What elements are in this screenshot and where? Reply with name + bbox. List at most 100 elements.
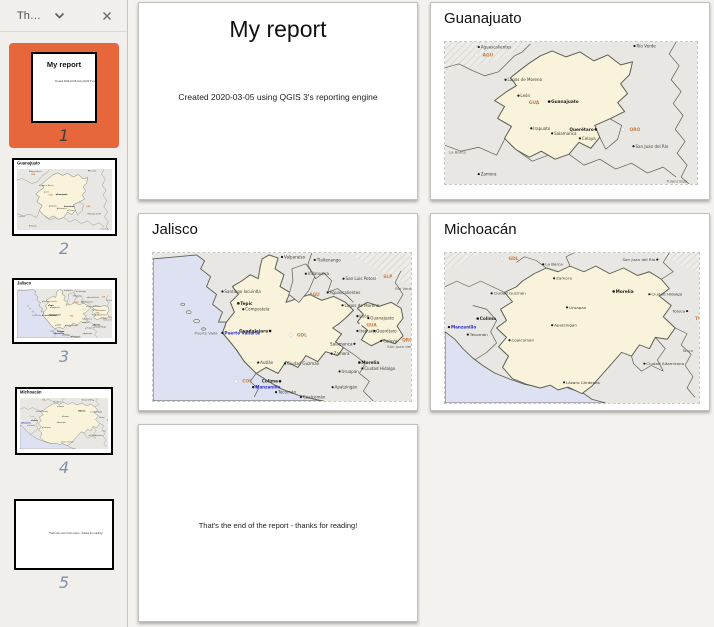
sidebar-header: Th… [0, 0, 127, 32]
page-number: 5 [59, 573, 69, 592]
report-subtitle: Created 2020-03-05 using QGIS 3's report… [139, 92, 417, 102]
thumbnail-title: My report [33, 60, 95, 69]
svg-text:Apatzingán: Apatzingán [554, 323, 577, 328]
thumbnail-page-4[interactable]: Michoacán GDLLa BarcaSan Juan del RíoZam… [0, 387, 128, 477]
page-number: 3 [59, 347, 69, 366]
guanajuato-thumbnail-map: AguascalientesAGURío VerdeLagos de Moren… [17, 169, 112, 230]
svg-text:Celaya: Celaya [383, 338, 397, 343]
thumbnail-page-1[interactable]: My report Created 2020-03-05 using QGIS … [9, 43, 119, 148]
report-title: My report [139, 16, 417, 43]
svg-text:Autlán: Autlán [260, 360, 274, 365]
svg-text:Colima: Colima [480, 316, 496, 321]
sidebar-view-dropdown[interactable]: Th… [0, 10, 65, 22]
svg-text:Guadalajara: Guadalajara [239, 328, 268, 334]
report-page-5: That's the end of the report - thanks fo… [138, 424, 418, 622]
svg-text:Compostela: Compostela [245, 307, 270, 312]
svg-text:San Juan del Río: San Juan del Río [635, 144, 668, 149]
thumbnail-page-4-preview: Michoacán GDLLa BarcaSan Juan del RíoZam… [15, 387, 113, 455]
svg-text:Ciudad Hidalgo: Ciudad Hidalgo [651, 292, 682, 297]
svg-text:Uruapan: Uruapan [569, 305, 587, 310]
svg-text:Río Verde: Río Verde [636, 43, 656, 48]
svg-text:Tulancingo: Tulancingo [666, 179, 688, 184]
michoacan-thumbnail-map: GDLLa BarcaSan Juan del RíoZamoraCiudad … [20, 398, 108, 449]
thumbnail-page-2[interactable]: Guanajuato AguascalientesAGURío VerdeLag… [0, 158, 128, 258]
svg-text:La Barca: La Barca [449, 150, 466, 155]
michoacan-map: GDLLa BarcaSan Juan del RíoZamoraCiudad … [444, 252, 700, 404]
svg-text:QRO: QRO [86, 206, 91, 208]
svg-text:Guanajuato: Guanajuato [370, 316, 394, 321]
svg-text:SLP: SLP [383, 274, 392, 280]
svg-text:San Juan del Río: San Juan del Río [622, 257, 655, 262]
guanajuato-map: Aguascalientes AGU Río Verde Lagos de Moren… [444, 41, 698, 185]
svg-text:Valparaíso: Valparaíso [284, 254, 306, 259]
svg-text:QRO: QRO [402, 337, 412, 343]
svg-text:Puerto Valla: Puerto Valla [195, 330, 218, 335]
svg-text:Zamora: Zamora [556, 276, 572, 281]
document-view[interactable]: My report Created 2020-03-05 using QGIS … [128, 0, 714, 627]
svg-text:QRO: QRO [630, 127, 641, 133]
thumbnail-page-2-preview: Guanajuato AguascalientesAGURío VerdeLag… [12, 158, 117, 236]
svg-text:Zamora: Zamora [481, 172, 497, 177]
svg-text:COL: COL [242, 379, 252, 385]
report-page-4: Michoacán GDLLa BarcaSan Juan del RíoZam… [430, 213, 710, 411]
close-icon [102, 11, 112, 21]
svg-text:Lagos de Moreno: Lagos de Moreno [345, 303, 380, 308]
svg-text:San Luis Potosí: San Luis Potosí [346, 276, 377, 281]
svg-text:Celaya: Celaya [68, 210, 73, 212]
svg-text:Manzanillo: Manzanillo [255, 385, 280, 390]
svg-text:Tecomán: Tecomán [469, 332, 489, 337]
report-page-3: Jalisco ValparaísoTlaltenangoVillanuevaS… [138, 213, 418, 411]
svg-text:San Juan del Río: San Juan del Río [387, 344, 412, 349]
svg-text:Uruapan: Uruapan [342, 369, 360, 374]
thumbnail-title: Guanajuato [17, 161, 40, 166]
svg-text:Salamanca: Salamanca [330, 341, 353, 346]
svg-text:Aguascalientes: Aguascalientes [330, 290, 361, 295]
page-number: 2 [59, 239, 69, 258]
end-text: That's the end of the report - thanks fo… [139, 521, 417, 530]
svg-text:Villanueva: Villanueva [308, 271, 330, 276]
svg-text:Ciudad Guzmán: Ciudad Guzmán [494, 291, 527, 296]
sidebar-close-button[interactable] [100, 9, 114, 23]
svg-text:AGU: AGU [31, 174, 35, 176]
report-page-1: My report Created 2020-03-05 using QGIS … [138, 2, 418, 200]
svg-text:GUA: GUA [529, 100, 540, 106]
thumbnail-page-1-preview: My report Created 2020-03-05 using QGIS … [31, 52, 97, 123]
svg-text:Guanajuato: Guanajuato [551, 99, 579, 105]
svg-text:AGU: AGU [483, 52, 494, 58]
svg-text:Tlaltenango: Tlaltenango [316, 257, 342, 262]
svg-text:Ciudad Hidalgo: Ciudad Hidalgo [364, 366, 395, 371]
svg-text:León: León [520, 93, 530, 98]
svg-text:Irapuato: Irapuato [533, 126, 551, 131]
svg-text:Querétaro: Querétaro [569, 126, 593, 133]
svg-text:Zamora: Zamora [334, 351, 350, 356]
svg-text:Coalcomán: Coalcomán [303, 395, 326, 400]
svg-text:Río Verde: Río Verde [395, 286, 412, 291]
thumbnail-end-text: That's the end of the report - thanks fo… [49, 532, 80, 535]
page-number: 1 [59, 126, 69, 145]
svg-text:Coalcomán: Coalcomán [511, 338, 534, 343]
svg-text:Ciudad Guzmán: Ciudad Guzmán [287, 361, 320, 366]
svg-text:AGU: AGU [309, 292, 320, 298]
svg-text:Lagos de Moreno: Lagos de Moreno [508, 77, 543, 82]
report-page-2: Guanajuato Aguascalientes AGU Río Verde Lag… [430, 2, 710, 200]
chevron-down-icon [54, 12, 65, 19]
svg-text:Apatzingán: Apatzingán [335, 385, 358, 390]
thumbnail-subtitle: Created 2020-03-05 using QGIS 3's report… [55, 80, 74, 83]
svg-text:Celaya: Celaya [582, 136, 596, 141]
svg-text:Tecomán: Tecomán [277, 390, 296, 395]
svg-text:Ciudad Altamirano: Ciudad Altamirano [646, 361, 684, 366]
svg-text:Aguascalientes: Aguascalientes [481, 44, 512, 49]
svg-text:GUA: GUA [48, 195, 52, 197]
thumbnails-sidebar: Th… My report Created 2020-03-05 using Q… [0, 0, 128, 627]
svg-text:TOL: TOL [695, 316, 700, 321]
page-heading-michoacan: Michoacán [444, 221, 517, 238]
thumbnail-page-5-preview: That's the end of the report - thanks fo… [14, 499, 114, 570]
thumbnail-title: Michoacán [20, 390, 41, 395]
svg-text:Lázaro Cárdenas: Lázaro Cárdenas [566, 380, 600, 385]
sidebar-view-label: Th… [17, 10, 41, 22]
thumbnail-page-3[interactable]: Jalisco ValparaísoTlaltenangoVillanuevaS… [0, 278, 128, 366]
thumbnail-title: Jalisco [17, 281, 31, 286]
thumbnail-page-5[interactable]: That's the end of the report - thanks fo… [0, 499, 128, 592]
thumbnail-page-3-preview: Jalisco ValparaísoTlaltenangoVillanuevaS… [12, 278, 117, 344]
svg-text:Manzanillo: Manzanillo [451, 325, 476, 330]
